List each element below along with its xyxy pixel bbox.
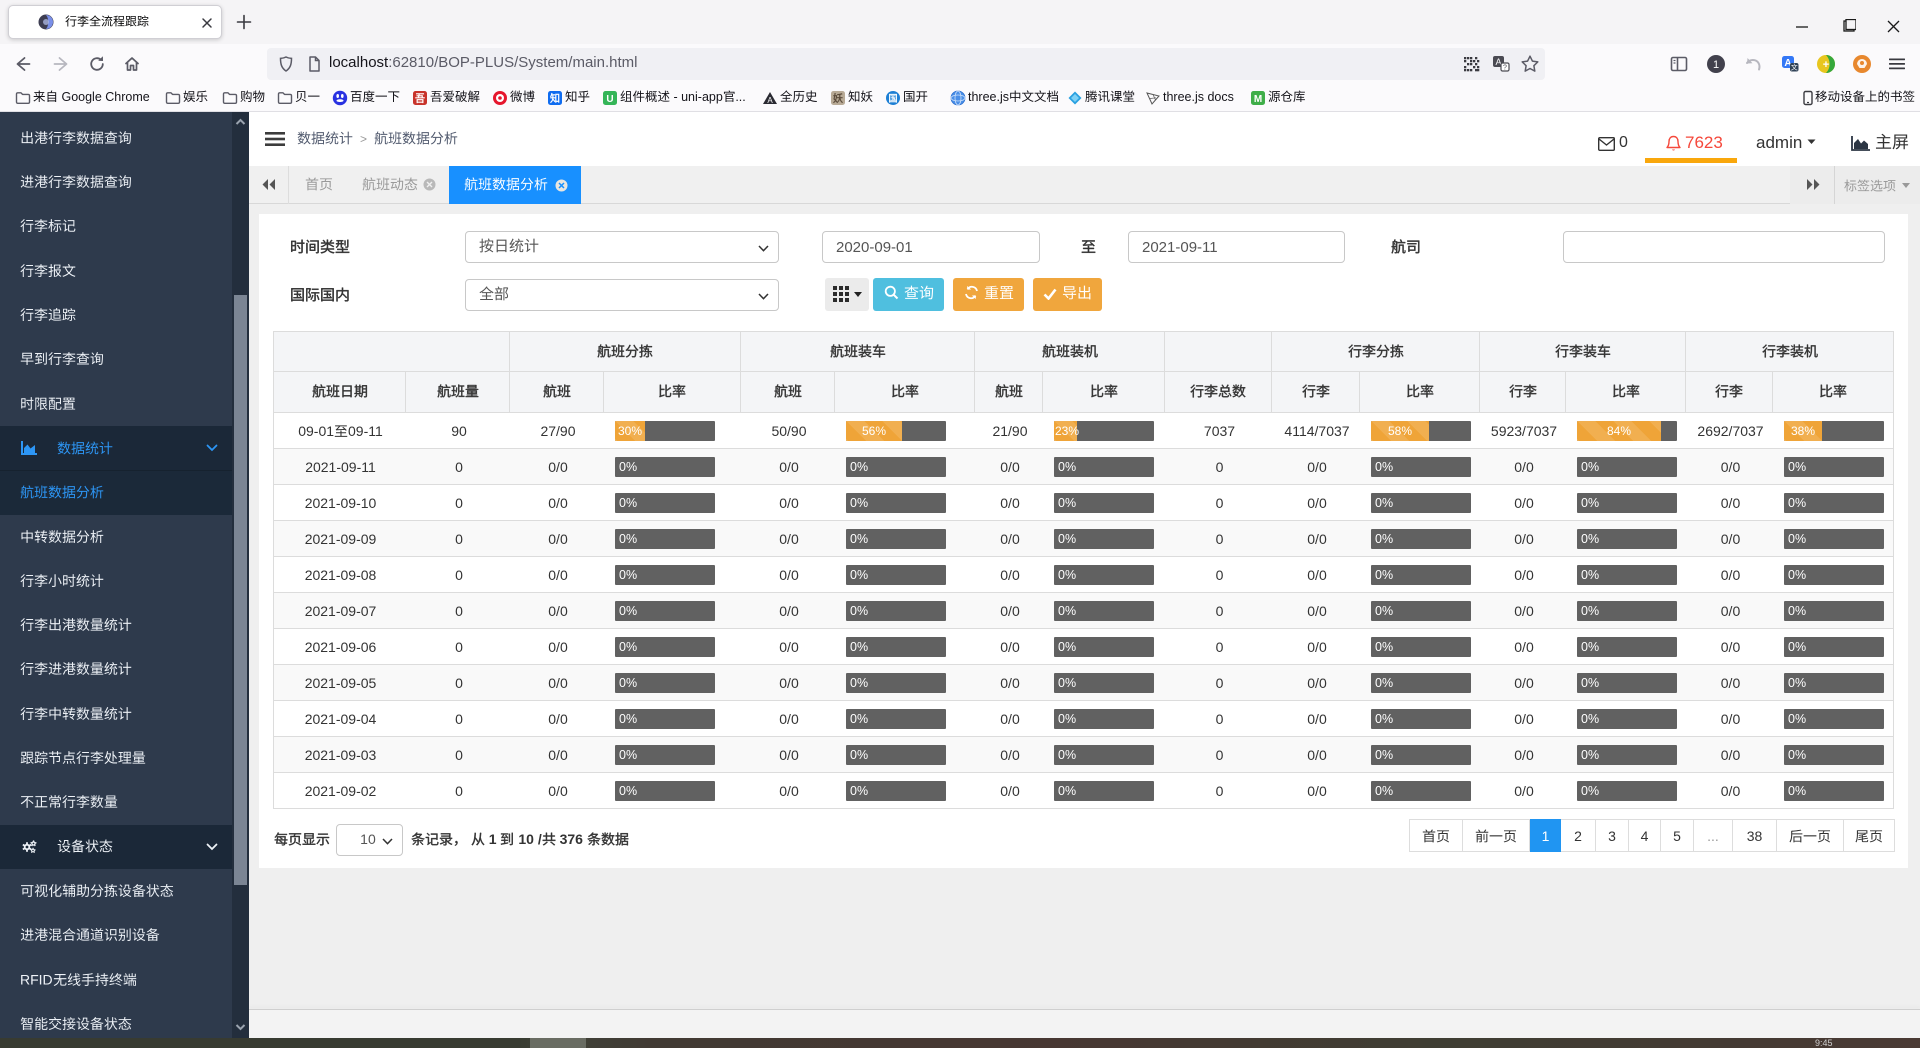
svg-text:吾: 吾 (415, 93, 425, 105)
svg-text:1: 1 (1713, 59, 1719, 71)
svg-text:文: 文 (1791, 63, 1798, 72)
svg-text:A: A (767, 96, 773, 105)
svg-text:国: 国 (888, 94, 897, 104)
svg-text:?: ? (1503, 65, 1507, 72)
svg-text:U: U (606, 94, 613, 105)
svg-text:+: + (1823, 59, 1829, 71)
svg-text:知: 知 (549, 92, 560, 105)
svg-text:妖: 妖 (833, 92, 843, 105)
svg-text:M: M (1254, 94, 1262, 105)
